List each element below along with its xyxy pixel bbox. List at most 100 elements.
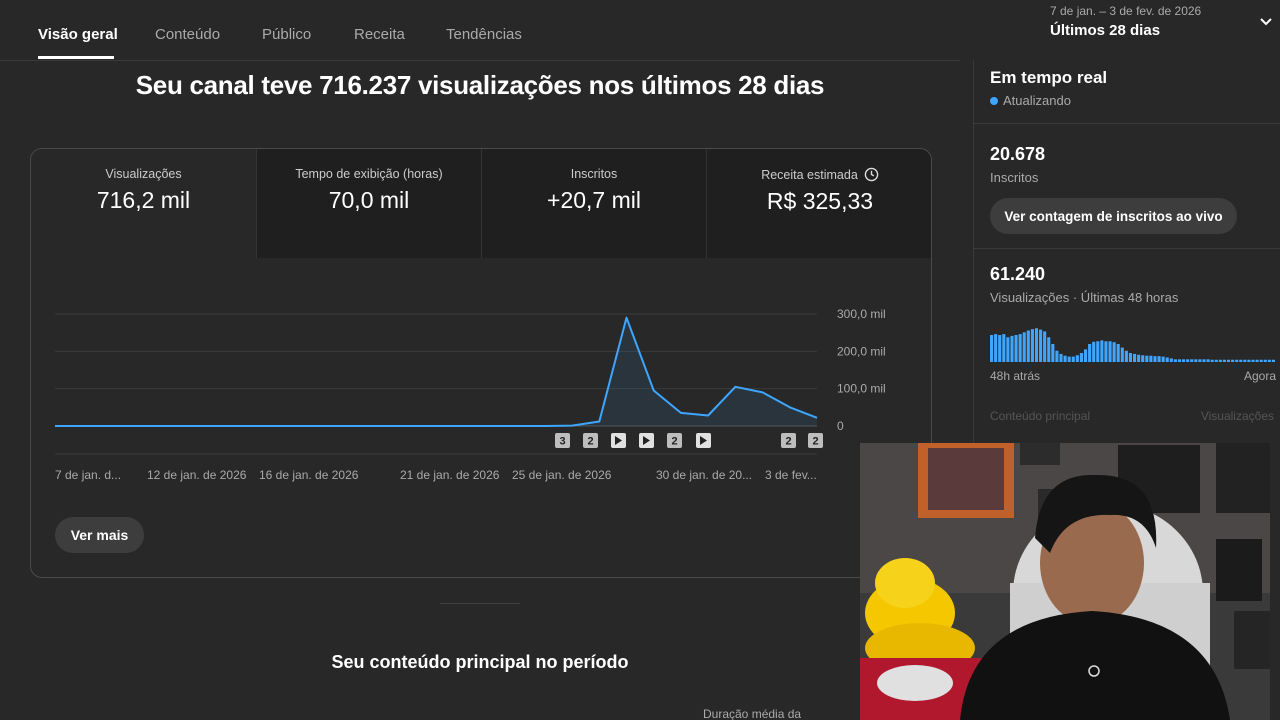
metric-value: R$ 325,33 (766, 188, 874, 214)
realtime-bar (1194, 359, 1198, 362)
realtime-bar (1092, 341, 1096, 362)
realtime-bar (1055, 350, 1059, 362)
realtime-status-text: Atualizando (1003, 93, 1071, 108)
tab-tendencias[interactable]: Tendências (446, 26, 522, 43)
see-more-button[interactable]: Ver mais (55, 517, 144, 553)
realtime-bar (1022, 332, 1026, 362)
realtime-title: Em tempo real (990, 68, 1108, 87)
realtime-bar (1226, 359, 1231, 362)
realtime-views-bar-chart (990, 328, 1275, 362)
realtime-bar (1161, 356, 1165, 362)
active-tab-indicator (38, 56, 114, 59)
metric-value: 70,0 mil (328, 187, 410, 213)
realtime-bar (1222, 359, 1226, 362)
metric-tab-revenue[interactable]: Receita estimada R$ 325,33 (706, 149, 931, 258)
realtime-bar (1271, 359, 1275, 362)
realtime-bar (1059, 353, 1063, 362)
realtime-bar (998, 335, 1002, 362)
realtime-bar (1263, 359, 1267, 362)
realtime-bar (1067, 356, 1071, 362)
realtime-bar (1034, 328, 1039, 362)
x-tick-label: 3 de fev... (765, 468, 817, 482)
realtime-bar (1088, 344, 1092, 362)
y-tick-label: 200,0 mil (837, 344, 886, 358)
realtime-bar (1075, 355, 1079, 362)
webcam-overlay (860, 443, 1270, 720)
realtime-bar (1198, 359, 1202, 362)
overview-card: Visualizações 716,2 mil Tempo de exibiçã… (30, 148, 932, 578)
x-tick-label: 16 de jan. de 2026 (259, 468, 359, 482)
realtime-bar (1255, 359, 1259, 362)
page-headline: Seu canal teve 716.237 visualizações nos… (135, 70, 825, 100)
marker-count: 3 (559, 436, 565, 448)
realtime-bar (1202, 359, 1206, 362)
date-range-picker[interactable]: 7 de jan. – 3 de fev. de 2026 Últimos 28… (1050, 4, 1201, 39)
realtime-bar (1039, 329, 1043, 362)
clock-icon (864, 167, 879, 182)
realtime-bar (1063, 355, 1067, 362)
realtime-bar (990, 335, 994, 362)
realtime-subscriber-label: Inscritos (990, 170, 1039, 185)
realtime-axis-start: 48h atrás (990, 369, 1041, 383)
metric-value: +20,7 mil (547, 187, 641, 213)
marker-count: 2 (785, 436, 791, 448)
metric-label: Inscritos (570, 167, 618, 181)
tabs-divider (0, 60, 960, 61)
realtime-bar (1100, 340, 1104, 362)
realtime-bar (1083, 349, 1088, 362)
metric-label: Tempo de exibição (horas) (295, 167, 443, 181)
realtime-bar (1177, 359, 1182, 362)
analytics-tabs: Visão geral Conteúdo Público Receita Ten… (0, 0, 960, 60)
realtime-subscriber-count: 20.678 (990, 144, 1046, 164)
realtime-bar (1186, 359, 1190, 362)
tab-receita[interactable]: Receita (354, 26, 405, 43)
x-tick-label: 25 de jan. de 2026 (512, 468, 612, 482)
marker-count: 2 (812, 436, 818, 448)
realtime-bar (1153, 356, 1157, 362)
realtime-bar (1235, 359, 1239, 362)
realtime-bar (1010, 335, 1014, 362)
tab-visao-geral[interactable]: Visão geral (38, 26, 118, 43)
realtime-bar (1149, 355, 1153, 362)
realtime-bar (1231, 359, 1235, 362)
y-tick-label: 100,0 mil (837, 382, 886, 396)
realtime-bar (1267, 359, 1271, 362)
realtime-bar (1239, 359, 1243, 362)
realtime-bar (1112, 342, 1116, 362)
realtime-bar (1259, 359, 1263, 362)
realtime-bar (1247, 359, 1251, 362)
metric-tab-views[interactable]: Visualizações 716,2 mil (31, 149, 256, 258)
divider (974, 248, 1280, 249)
realtime-bar (1128, 353, 1132, 362)
realtime-bar (1141, 355, 1145, 362)
realtime-bar (1096, 341, 1100, 362)
realtime-bar (1018, 334, 1022, 362)
realtime-bar (1014, 335, 1018, 362)
metric-tab-subscribers[interactable]: Inscritos +20,7 mil (481, 149, 706, 258)
marker-count: 2 (587, 436, 593, 448)
x-tick-label: 30 de jan. de 20... (656, 468, 752, 482)
realtime-bar (1214, 359, 1218, 362)
realtime-bar (1051, 344, 1055, 362)
chevron-down-icon[interactable] (1258, 14, 1274, 30)
realtime-bar (1006, 337, 1010, 362)
metric-tab-watch-time[interactable]: Tempo de exibição (horas) 70,0 mil (256, 149, 481, 258)
realtime-bar (1210, 359, 1214, 362)
top-content-title: Seu conteúdo principal no período (331, 652, 629, 672)
realtime-bar (1218, 359, 1222, 362)
realtime-bar (1002, 334, 1006, 362)
avg-duration-column-header: Duração média da (703, 707, 802, 720)
divider (974, 123, 1280, 124)
metric-label: Receita estimada (761, 167, 858, 182)
live-subscriber-count-button[interactable]: Ver contagem de inscritos ao vivo (990, 198, 1237, 234)
y-tick-label: 300,0 mil (837, 307, 886, 321)
date-range-dates: 7 de jan. – 3 de fev. de 2026 (1050, 4, 1202, 18)
realtime-bar (1169, 358, 1173, 362)
realtime-views-label: Visualizações · Últimas 48 horas (990, 290, 1179, 305)
realtime-bar (1251, 359, 1255, 362)
tab-conteudo[interactable]: Conteúdo (155, 26, 220, 43)
realtime-bar (994, 334, 998, 362)
realtime-bar (1079, 353, 1083, 362)
realtime-bar (1243, 359, 1247, 362)
tab-publico[interactable]: Público (262, 26, 311, 43)
